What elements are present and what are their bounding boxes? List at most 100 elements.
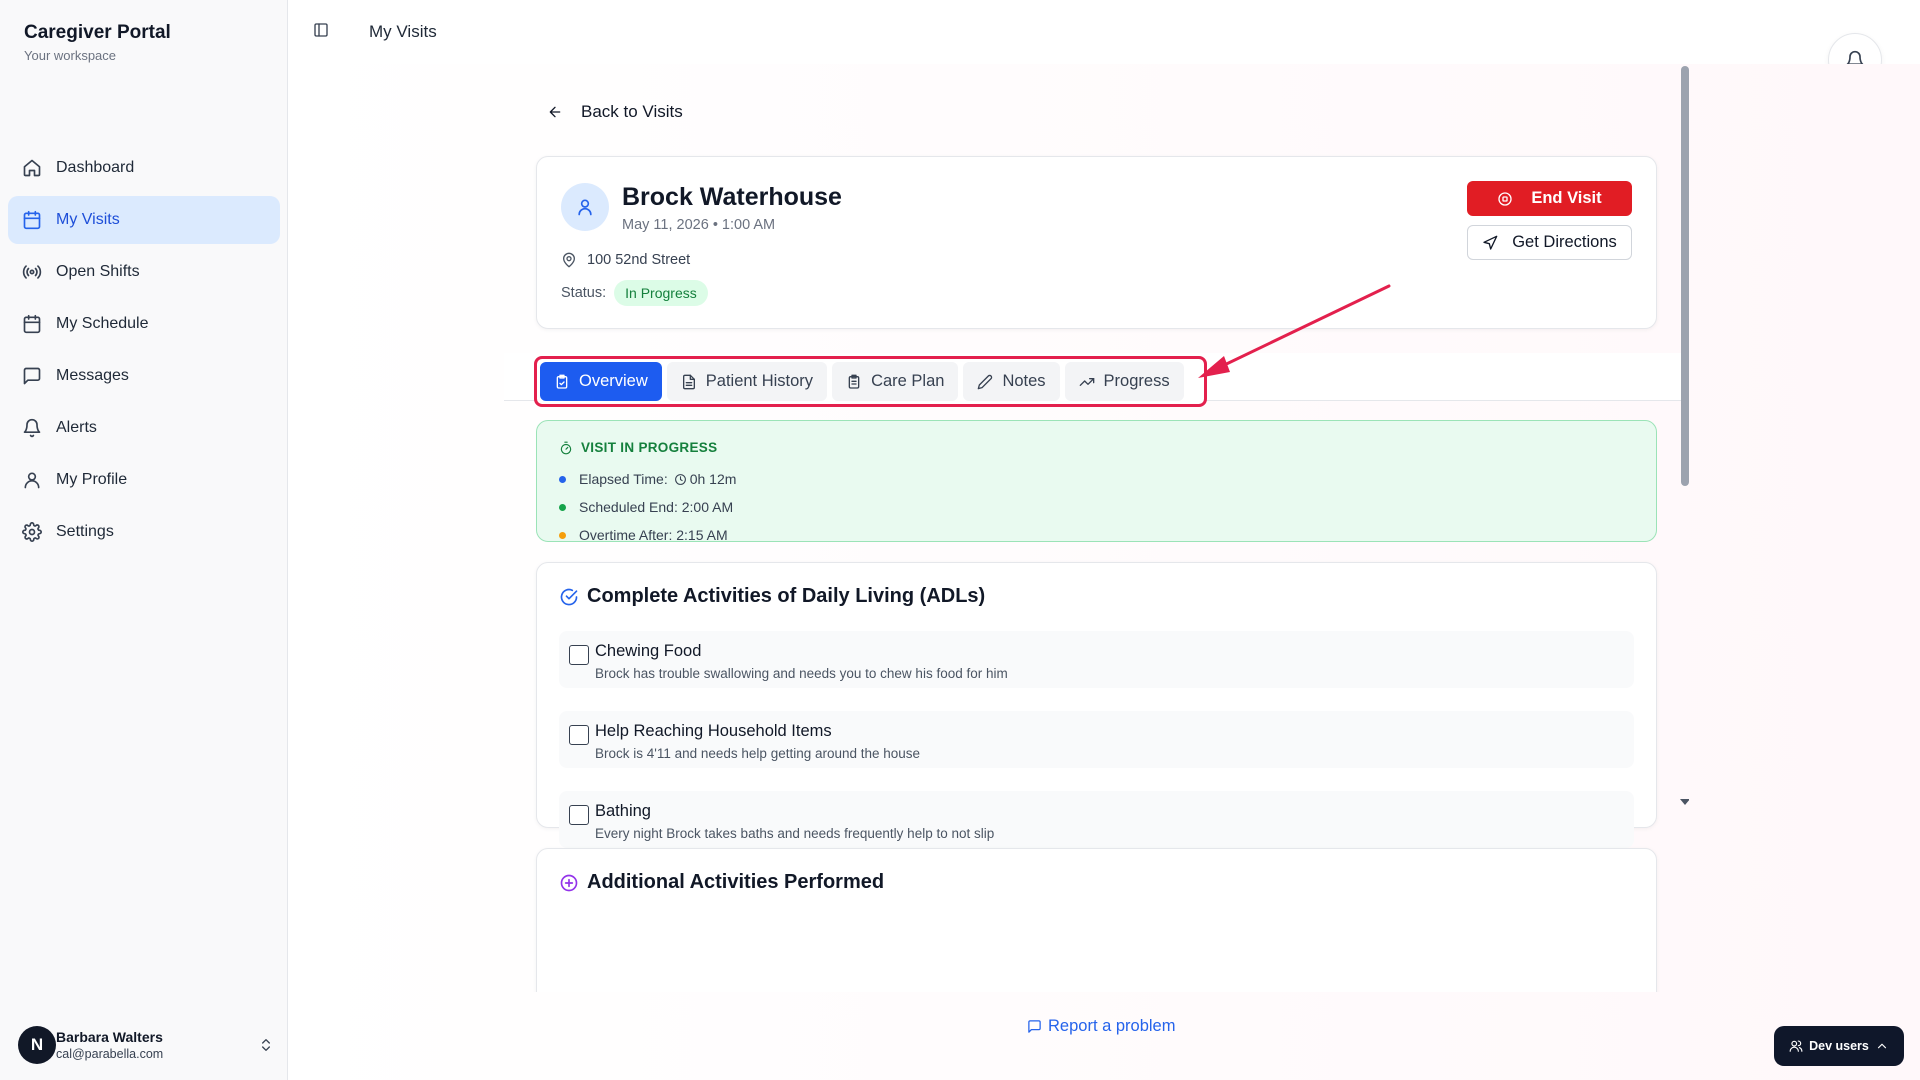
trending-up-icon — [1079, 377, 1094, 386]
file-text-icon — [682, 374, 695, 389]
adl-title-text: Complete Activities of Daily Living (ADL… — [587, 585, 986, 607]
sidebar-item-open-shifts[interactable]: Open Shifts — [8, 248, 280, 296]
tab-care-plan[interactable]: Care Plan — [832, 362, 959, 401]
end-visit-button[interactable]: End Visit — [1467, 181, 1632, 216]
navigation-icon — [1483, 235, 1498, 250]
adl-item-name: Chewing Food — [595, 642, 702, 660]
tab-overview[interactable]: Overview — [540, 362, 662, 401]
back-link-label: Back to Visits — [581, 102, 683, 121]
scroll-down-arrow[interactable] — [1680, 799, 1689, 805]
sidebar-item-label: My Profile — [56, 471, 128, 488]
blue-dot — [559, 475, 566, 483]
chevrons-up-down-icon — [262, 1039, 270, 1051]
sidebar-item-my-visits[interactable]: My Visits — [8, 196, 280, 244]
report-problem-label: Report a problem — [1048, 1017, 1176, 1035]
tab-list: Overview Patient History Care Plan Notes… — [534, 356, 1207, 407]
dev-users-button[interactable]: Dev users — [1774, 1026, 1904, 1066]
sidebar-toggle-button[interactable] — [313, 22, 329, 38]
tab-notes[interactable]: Notes — [963, 362, 1060, 401]
user-icon — [578, 199, 592, 216]
sidebar-item-messages[interactable]: Messages — [8, 352, 280, 400]
get-directions-button[interactable]: Get Directions — [1467, 225, 1632, 260]
visit-progress-card: VISIT IN PROGRESS Elapsed Time: 0h 12m S… — [536, 420, 1657, 543]
breadcrumb: My Visits — [369, 22, 437, 41]
adl-item-description: Every night Brock takes baths and needs … — [595, 826, 995, 841]
broadcast-icon — [22, 265, 42, 279]
timer-icon — [560, 441, 572, 454]
sidebar-item-dashboard[interactable]: Dashboard — [8, 144, 280, 192]
overtime-text: Overtime After: 2:15 AM — [579, 527, 728, 543]
sidebar-item-label: Messages — [56, 367, 129, 384]
stop-circle-icon — [1498, 191, 1513, 206]
circle-plus-icon — [560, 874, 578, 891]
pencil-icon — [978, 374, 993, 389]
avatar: N — [18, 1026, 56, 1064]
brand-title: Caregiver Portal — [24, 22, 171, 43]
back-to-visits-link[interactable]: Back to Visits — [547, 102, 683, 122]
panel-left-icon — [314, 23, 328, 37]
user-menu[interactable]: N Barbara Walters cal@parabella.com — [18, 1022, 274, 1068]
status-badge: In Progress — [614, 280, 708, 306]
tab-label: Notes — [1002, 372, 1046, 390]
brand: Caregiver Portal Your workspace — [24, 22, 171, 63]
elapsed-value: 0h 12m — [689, 471, 737, 487]
user-name: Barbara Walters — [56, 1029, 163, 1045]
list-item: Chewing Food Brock has trouble swallowin… — [559, 631, 1634, 688]
sidebar-item-label: My Visits — [56, 211, 120, 228]
user-info: Barbara Walters cal@parabella.com — [56, 1029, 258, 1061]
tab-patient-history[interactable]: Patient History — [666, 362, 828, 401]
green-dot — [559, 503, 566, 511]
sidebar-item-settings[interactable]: Settings — [8, 508, 280, 556]
address-text: 100 52nd Street — [587, 252, 691, 268]
scrollbar-thumb[interactable] — [1681, 66, 1689, 486]
map-pin-icon — [563, 252, 575, 268]
home-icon — [23, 159, 41, 177]
dev-users-label: Dev users — [1809, 1039, 1869, 1053]
message-square-icon — [1028, 1020, 1041, 1033]
additional-activities-text: Additional Activities Performed — [587, 871, 885, 893]
tab-label: Progress — [1103, 372, 1170, 390]
patient-name: Brock Waterhouse — [622, 183, 842, 211]
sidebar-item-label: My Schedule — [56, 315, 149, 332]
sidebar: Caregiver Portal Your workspace Dashboar… — [0, 0, 288, 1080]
tab-progress[interactable]: Progress — [1064, 362, 1184, 401]
gear-icon — [22, 522, 42, 542]
report-problem-link[interactable]: Report a problem — [1027, 1017, 1175, 1036]
adl-checkbox[interactable] — [569, 805, 589, 825]
clock-icon — [674, 473, 686, 485]
scheduled-end-row: Scheduled End: 2:00 AM — [559, 499, 733, 515]
scroll-area: Back to Visits Brock Waterhouse May 11, … — [289, 64, 1689, 992]
additional-activities-card: Additional Activities Performed — [536, 848, 1657, 992]
progress-title: VISIT IN PROGRESS — [559, 440, 717, 455]
list-item: Bathing Every night Brock takes baths an… — [559, 791, 1634, 848]
adl-item-name: Help Reaching Household Items — [595, 722, 832, 740]
adl-checkbox[interactable] — [569, 645, 589, 665]
users-icon — [1789, 1040, 1803, 1052]
sidebar-item-label: Settings — [56, 523, 114, 540]
elapsed-time-row: Elapsed Time: 0h 12m — [559, 471, 736, 487]
adl-title: Complete Activities of Daily Living (ADL… — [559, 585, 985, 608]
arrow-left-icon — [549, 106, 561, 118]
list-item: Help Reaching Household Items Brock is 4… — [559, 711, 1634, 768]
additional-activities-title: Additional Activities Performed — [559, 871, 884, 894]
adl-item-name: Bathing — [595, 802, 651, 820]
user-email: cal@parabella.com — [56, 1047, 164, 1061]
visit-address: 100 52nd Street — [561, 252, 690, 268]
adl-checkbox[interactable] — [569, 725, 589, 745]
status-row: Status: In Progress — [561, 280, 708, 306]
calendar-icon — [23, 314, 41, 334]
sidebar-nav: Dashboard My Visits Open Shifts My Sched… — [8, 144, 280, 560]
main-content: Back to Visits Brock Waterhouse May 11, … — [289, 64, 1920, 1080]
sidebar-item-my-profile[interactable]: My Profile — [8, 456, 280, 504]
bell-icon — [23, 418, 41, 438]
topbar: My Visits — [289, 0, 1920, 87]
overtime-row: Overtime After: 2:15 AM — [559, 527, 728, 543]
message-icon — [23, 367, 41, 385]
sidebar-item-my-schedule[interactable]: My Schedule — [8, 300, 280, 348]
patient-avatar — [561, 183, 609, 231]
tab-label: Care Plan — [871, 372, 945, 390]
sidebar-item-alerts[interactable]: Alerts — [8, 404, 280, 452]
clipboard-icon — [848, 374, 860, 389]
end-visit-label: End Visit — [1531, 189, 1602, 207]
sidebar-item-label: Dashboard — [56, 159, 135, 176]
